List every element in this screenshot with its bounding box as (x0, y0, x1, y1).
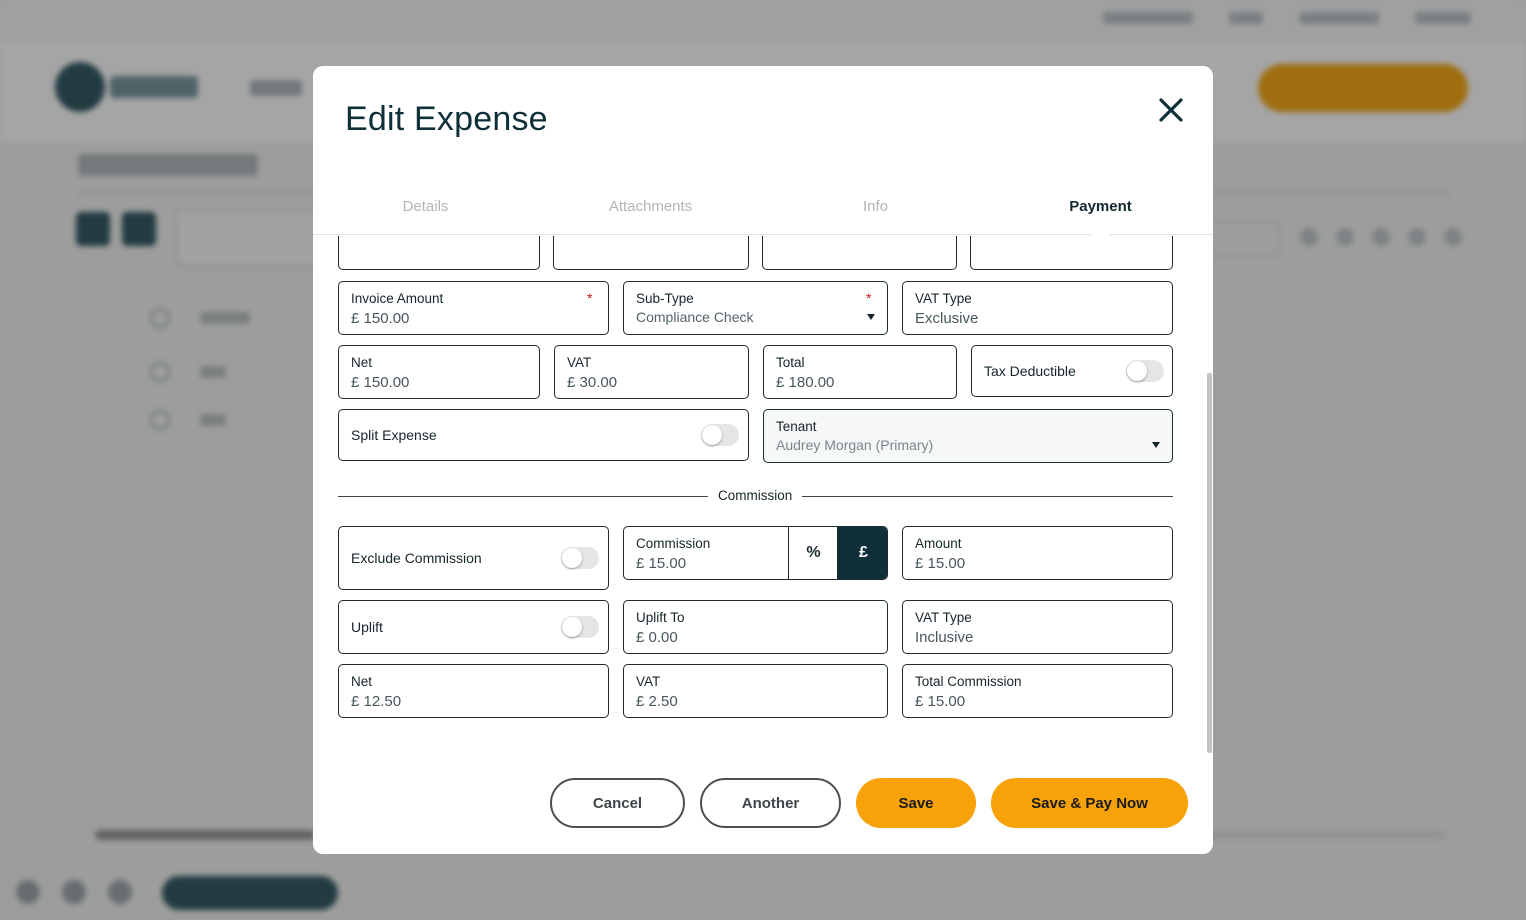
edit-expense-modal: Edit Expense Details Attachments Info Pa… (313, 66, 1213, 854)
split-expense-label: Split Expense (351, 427, 437, 443)
sub-type-value: Compliance Check (636, 309, 754, 325)
uplift-to-field[interactable]: Uplift To £ 0.00 (623, 600, 888, 654)
amount-field[interactable]: Amount £ 15.00 (902, 526, 1173, 580)
required-marker: * (866, 290, 872, 306)
tax-deductible-toggle[interactable] (1126, 360, 1164, 382)
scrolled-field[interactable] (762, 236, 957, 270)
total-commission-field[interactable]: Total Commission £ 15.00 (902, 664, 1173, 718)
vertical-scrollbar[interactable] (1207, 373, 1212, 753)
close-icon (1159, 98, 1183, 122)
uplift-to-label: Uplift To (636, 610, 685, 625)
vat-type-field[interactable]: VAT Type Exclusive (902, 281, 1173, 335)
split-expense-toggle[interactable] (701, 424, 739, 446)
tab-bar: Details Attachments Info Payment (313, 186, 1213, 235)
invoice-amount-field[interactable]: Invoice Amount * £ 150.00 (338, 281, 609, 335)
vat-label: VAT (567, 355, 592, 370)
another-button[interactable]: Another (700, 778, 841, 828)
vat-type-value: Exclusive (915, 310, 979, 327)
percent-mode-button[interactable]: % (788, 527, 838, 579)
vat-type-label: VAT Type (915, 291, 972, 306)
commission-section-label: Commission (708, 488, 803, 503)
amount-value: £ 15.00 (915, 555, 966, 572)
invoice-amount-label: Invoice Amount (351, 291, 444, 306)
sub-type-label: Sub-Type (636, 291, 694, 306)
chevron-down-icon (1152, 442, 1160, 448)
commission-value: £ 15.00 (636, 555, 687, 572)
exclude-commission-label: Exclude Commission (351, 550, 482, 566)
tab-details[interactable]: Details (313, 198, 538, 215)
total-value: £ 180.00 (776, 374, 835, 391)
close-button[interactable] (1153, 92, 1189, 128)
commission-vat-field[interactable]: VAT £ 2.50 (623, 664, 888, 718)
commission-net-value: £ 12.50 (351, 693, 402, 710)
scrolled-field[interactable] (970, 236, 1173, 270)
amount-label: Amount (915, 536, 962, 551)
sub-type-select[interactable]: Sub-Type * Compliance Check (623, 281, 888, 335)
split-expense-field: Split Expense (338, 409, 749, 461)
commission-field[interactable]: Commission £ 15.00 % £ (623, 526, 888, 580)
commission-vat-type-label: VAT Type (915, 610, 972, 625)
save-button[interactable]: Save (856, 778, 976, 828)
exclude-commission-toggle[interactable] (561, 547, 599, 569)
total-commission-value: £ 15.00 (915, 693, 966, 710)
net-label: Net (351, 355, 373, 370)
commission-net-label: Net (351, 674, 373, 689)
tenant-value: Audrey Morgan (Primary) (776, 437, 934, 453)
total-commission-label: Total Commission (915, 674, 1022, 689)
tab-attachments[interactable]: Attachments (538, 198, 763, 215)
vat-field[interactable]: VAT £ 30.00 (554, 345, 749, 399)
cancel-button[interactable]: Cancel (550, 778, 685, 828)
net-value: £ 150.00 (351, 374, 410, 391)
commission-vat-label: VAT (636, 674, 661, 689)
tenant-label: Tenant (776, 419, 817, 434)
commission-vat-value: £ 2.50 (636, 693, 678, 710)
chevron-down-icon (867, 314, 875, 320)
uplift-field: Uplift (338, 600, 609, 654)
scrolled-field[interactable] (553, 236, 749, 270)
uplift-label: Uplift (351, 619, 383, 635)
invoice-amount-value: £ 150.00 (351, 310, 410, 327)
save-and-pay-now-button[interactable]: Save & Pay Now (991, 778, 1188, 828)
net-field[interactable]: Net £ 150.00 (338, 345, 540, 399)
pound-mode-button[interactable]: £ (837, 527, 887, 579)
tenant-select[interactable]: Tenant Audrey Morgan (Primary) (763, 409, 1173, 463)
commission-label: Commission (636, 536, 711, 551)
commission-net-field[interactable]: Net £ 12.50 (338, 664, 609, 718)
tab-payment[interactable]: Payment (988, 198, 1213, 215)
commission-vat-type-field[interactable]: VAT Type Inclusive (902, 600, 1173, 654)
payment-form: Invoice Amount * £ 150.00 Sub-Type * Com… (313, 236, 1213, 752)
exclude-commission-field: Exclude Commission (338, 526, 609, 590)
tax-deductible-label: Tax Deductible (984, 363, 1076, 379)
tax-deductible-field: Tax Deductible (971, 345, 1173, 397)
modal-title: Edit Expense (345, 100, 548, 138)
tab-info[interactable]: Info (763, 198, 988, 215)
uplift-toggle[interactable] (561, 616, 599, 638)
commission-vat-type-value: Inclusive (915, 629, 974, 646)
scrolled-field[interactable] (338, 236, 540, 270)
uplift-to-value: £ 0.00 (636, 629, 678, 646)
required-marker: * (587, 290, 593, 306)
vat-value: £ 30.00 (567, 374, 618, 391)
total-label: Total (776, 355, 805, 370)
total-field[interactable]: Total £ 180.00 (763, 345, 957, 399)
